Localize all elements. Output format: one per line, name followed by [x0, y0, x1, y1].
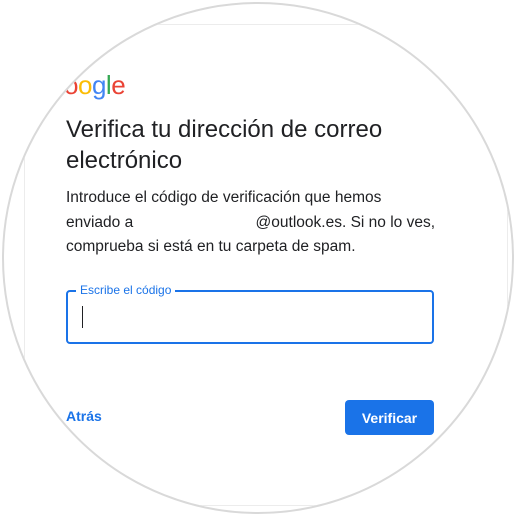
logo-letter: o	[64, 70, 78, 100]
page-title: Verifica tu dirección de correo electrón…	[66, 116, 383, 174]
description-text: Introduce el código de verificación que …	[66, 186, 436, 260]
back-link[interactable]: Atrás	[66, 408, 102, 424]
code-field[interactable]: Escribe el código	[66, 283, 444, 344]
text-caret	[82, 306, 83, 328]
google-logo: oogle	[64, 70, 126, 101]
verify-button[interactable]: Verificar	[345, 400, 434, 435]
email-suffix: @outlook.es.	[255, 213, 347, 231]
logo-letter: e	[111, 70, 126, 100]
circular-frame: oogle Verifica tu dirección de correo el…	[2, 2, 514, 514]
logo-letter: g	[91, 70, 106, 100]
logo-letter: o	[77, 70, 92, 100]
code-input[interactable]	[70, 294, 444, 340]
